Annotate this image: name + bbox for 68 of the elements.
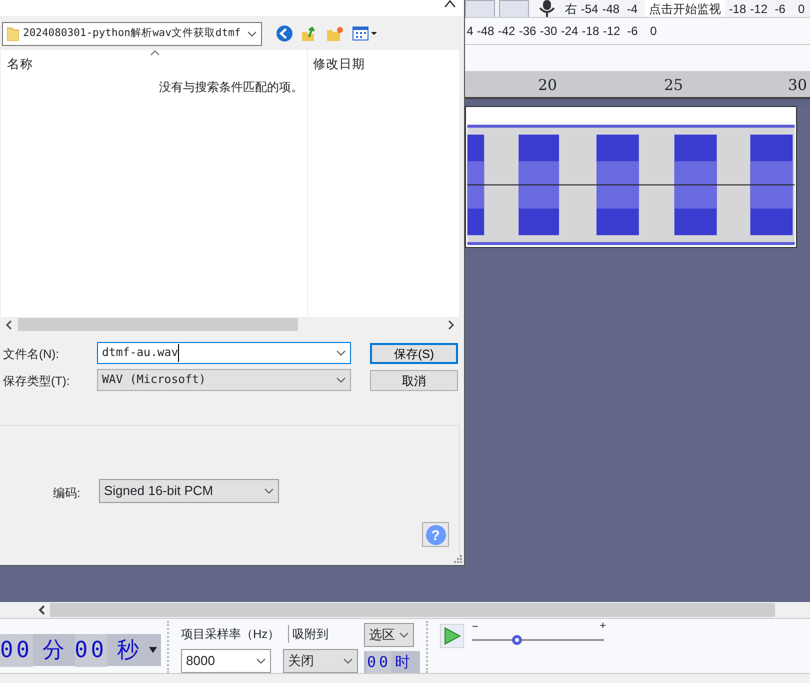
meter-channel-label: 右 bbox=[564, 0, 577, 17]
meter-tick: -54 bbox=[580, 0, 598, 17]
encoding-dropdown[interactable]: Signed 16-bit PCM bbox=[99, 479, 279, 503]
folder-up-icon[interactable] bbox=[301, 25, 318, 42]
meter-tick: -36 bbox=[518, 23, 538, 40]
selection-dropdown[interactable]: 选区 bbox=[364, 623, 414, 647]
play-button[interactable] bbox=[440, 624, 464, 648]
time-value: 00 bbox=[74, 634, 107, 666]
field-label: 文件名(N): bbox=[3, 346, 59, 363]
meter-tick: -4 bbox=[626, 0, 639, 17]
meter-tick: -12 bbox=[750, 0, 768, 17]
resize-grip-icon[interactable] bbox=[454, 555, 462, 563]
scrollbar-thumb[interactable] bbox=[18, 318, 298, 331]
new-folder-icon[interactable] bbox=[326, 26, 344, 42]
chevron-down-icon bbox=[247, 31, 257, 37]
meter-tick: -48 bbox=[476, 23, 496, 40]
chevron-down-icon bbox=[399, 632, 409, 638]
chevron-down-icon bbox=[336, 350, 346, 356]
meter-tick: -18 bbox=[728, 0, 746, 17]
scroll-left-icon[interactable] bbox=[5, 320, 13, 330]
meter-tick: -48 bbox=[602, 0, 620, 17]
scroll-left-icon[interactable] bbox=[37, 605, 47, 615]
slider-thumb[interactable] bbox=[512, 635, 522, 645]
dialog-button[interactable]: 保存(S) bbox=[370, 343, 458, 364]
empty-message: 没有与搜索条件匹配的项。 bbox=[159, 79, 303, 96]
scrollbar-thumb[interactable] bbox=[50, 603, 775, 617]
time-value: 00 bbox=[0, 634, 32, 666]
snap-dropdown[interactable]: 关闭 bbox=[283, 649, 358, 673]
meter-tick: 4 bbox=[466, 23, 474, 40]
ruler-number: 20 bbox=[538, 75, 558, 96]
meter-tick: -12 bbox=[602, 23, 622, 40]
meter-tick: 0 bbox=[649, 23, 658, 40]
sample-rate-dropdown[interactable]: 8000 bbox=[181, 649, 271, 673]
snap-label: 吸附到 bbox=[288, 625, 329, 643]
time-unit: 秒 bbox=[117, 636, 139, 664]
caret-icon[interactable] bbox=[149, 645, 157, 655]
field-label: 保存类型(T): bbox=[3, 373, 70, 390]
chevron-down-icon bbox=[256, 658, 266, 664]
sample-rate-label: 项目采样率（Hz） bbox=[181, 626, 280, 643]
chevron-down-icon bbox=[264, 488, 274, 494]
meter-tick: -6 bbox=[774, 0, 786, 17]
column-header[interactable]: 修改日期 bbox=[313, 55, 365, 74]
column-header[interactable]: 名称 bbox=[7, 55, 33, 74]
chevron-down-icon bbox=[336, 377, 346, 383]
folder-dropdown[interactable]: 2024080301-python解析wav文件获取dtmf bbox=[2, 22, 262, 46]
meter-tick: -30 bbox=[538, 23, 558, 40]
file-type-dropdown[interactable]: WAV (Microsoft) bbox=[97, 369, 351, 391]
meter-tick: -6 bbox=[626, 23, 639, 40]
time-unit: 时 bbox=[395, 652, 410, 673]
slider-minus-label: − bbox=[472, 620, 478, 635]
playback-speed-slider[interactable] bbox=[472, 633, 604, 647]
meter-tick: -42 bbox=[496, 23, 516, 40]
ruler-number: 30 bbox=[788, 75, 808, 96]
slider-plus-label: + bbox=[600, 619, 606, 634]
chevron-down-icon bbox=[343, 658, 353, 664]
scroll-right-icon[interactable] bbox=[447, 320, 455, 330]
filename-field[interactable]: dtmf-au.wav bbox=[97, 342, 351, 364]
meter-tick: 0 bbox=[797, 0, 806, 17]
meter-tick: -18 bbox=[580, 23, 600, 40]
meter-tick: -24 bbox=[560, 23, 580, 40]
dialog-button[interactable]: 取消 bbox=[370, 370, 458, 391]
encoding-label: 编码: bbox=[53, 485, 80, 502]
view-menu-icon[interactable] bbox=[352, 26, 378, 42]
time-unit: 分 bbox=[42, 636, 64, 664]
meter-prompt[interactable]: 点击开始监视 bbox=[644, 0, 725, 17]
folder-icon bbox=[7, 27, 19, 41]
ruler-number: 25 bbox=[664, 75, 684, 96]
time-value: 00 bbox=[367, 650, 392, 674]
